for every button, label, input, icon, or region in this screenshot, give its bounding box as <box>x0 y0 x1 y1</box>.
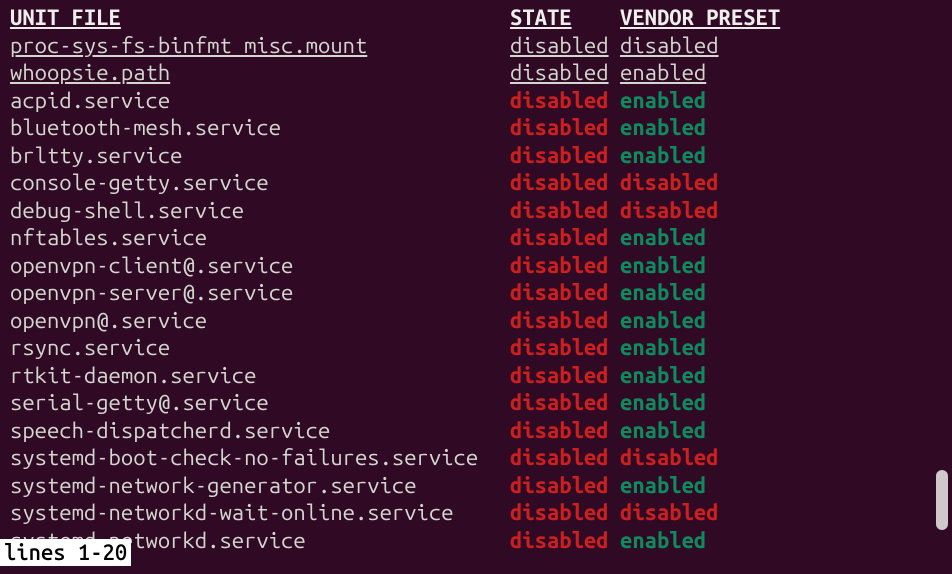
preset-value: enabled <box>620 527 706 555</box>
state-value: disabled <box>510 252 620 280</box>
state-value: disabled <box>510 334 620 362</box>
state-value: disabled <box>510 499 620 527</box>
header-row: UNIT FILESTATEVENDOR PRESET <box>10 4 952 32</box>
unit-file: systemd-network-generator.service <box>10 472 510 500</box>
preset-value: enabled <box>620 472 706 500</box>
preset-value: disabled <box>620 169 719 197</box>
state-value: disabled <box>510 169 620 197</box>
table-row: whoopsie.pathdisabledenabled <box>10 59 952 87</box>
table-row: nftables.servicedisabledenabled <box>10 224 952 252</box>
preset-value: enabled <box>620 279 706 307</box>
preset-value: disabled <box>620 444 719 472</box>
preset-value: disabled <box>620 197 719 225</box>
table-row: systemd-networkd-wait-online.servicedisa… <box>10 499 952 527</box>
state-value: disabled <box>510 307 620 335</box>
state-value: disabled <box>510 472 620 500</box>
preset-value: enabled <box>620 224 706 252</box>
table-row: console-getty.servicedisableddisabled <box>10 169 952 197</box>
scrollbar-thumb[interactable] <box>936 470 948 530</box>
unit-file: openvpn-client@.service <box>10 252 510 280</box>
table-row: brltty.servicedisabledenabled <box>10 142 952 170</box>
preset-value: enabled <box>620 87 706 115</box>
preset-value: enabled <box>620 114 706 142</box>
table-row: openvpn-client@.servicedisabledenabled <box>10 252 952 280</box>
terminal-output: UNIT FILESTATEVENDOR PRESETproc-sys-fs-b… <box>10 4 952 554</box>
preset-value: enabled <box>620 252 706 280</box>
state-value: disabled <box>510 417 620 445</box>
preset-value: enabled <box>620 417 706 445</box>
table-row: openvpn-server@.servicedisabledenabled <box>10 279 952 307</box>
unit-file: bluetooth-mesh.service <box>10 114 510 142</box>
unit-file: whoopsie.path <box>10 59 510 87</box>
preset-value: disabled <box>620 32 719 60</box>
unit-file: systemd-boot-check-no-failures.service <box>10 444 510 472</box>
state-value: disabled <box>510 114 620 142</box>
unit-file: systemd-networkd-wait-online.service <box>10 499 510 527</box>
state-value: disabled <box>510 527 620 555</box>
pager-status[interactable]: lines 1-20 <box>0 539 131 567</box>
header-state: STATE <box>510 4 620 32</box>
preset-value: enabled <box>620 362 706 390</box>
preset-value: enabled <box>620 334 706 362</box>
table-row: speech-dispatcherd.servicedisabledenable… <box>10 417 952 445</box>
unit-file: console-getty.service <box>10 169 510 197</box>
header-preset: VENDOR PRESET <box>620 4 780 32</box>
table-row: bluetooth-mesh.servicedisabledenabled <box>10 114 952 142</box>
table-row: proc-sys-fs-binfmt_misc.mountdisableddis… <box>10 32 952 60</box>
state-value: disabled <box>510 197 620 225</box>
unit-file: acpid.service <box>10 87 510 115</box>
state-value: disabled <box>510 142 620 170</box>
unit-file: openvpn@.service <box>10 307 510 335</box>
preset-value: enabled <box>620 307 706 335</box>
header-unit: UNIT FILE <box>10 4 510 32</box>
table-row: acpid.servicedisabledenabled <box>10 87 952 115</box>
preset-value: enabled <box>620 389 706 417</box>
state-value: disabled <box>510 444 620 472</box>
state-value: disabled <box>510 224 620 252</box>
state-value: disabled <box>510 87 620 115</box>
unit-file: brltty.service <box>10 142 510 170</box>
preset-value: enabled <box>620 142 706 170</box>
table-row: systemd-networkd.servicedisabledenabled <box>10 527 952 555</box>
state-value: disabled <box>510 362 620 390</box>
table-row: systemd-boot-check-no-failures.servicedi… <box>10 444 952 472</box>
unit-file: debug-shell.service <box>10 197 510 225</box>
state-value: disabled <box>510 389 620 417</box>
unit-file: rsync.service <box>10 334 510 362</box>
table-row: openvpn@.servicedisabledenabled <box>10 307 952 335</box>
table-row: rsync.servicedisabledenabled <box>10 334 952 362</box>
preset-value: enabled <box>620 59 706 87</box>
state-value: disabled <box>510 279 620 307</box>
state-value: disabled <box>510 59 620 87</box>
unit-file: nftables.service <box>10 224 510 252</box>
unit-file: speech-dispatcherd.service <box>10 417 510 445</box>
table-row: debug-shell.servicedisableddisabled <box>10 197 952 225</box>
state-value: disabled <box>510 32 620 60</box>
unit-file: rtkit-daemon.service <box>10 362 510 390</box>
preset-value: disabled <box>620 499 719 527</box>
table-row: serial-getty@.servicedisabledenabled <box>10 389 952 417</box>
table-row: systemd-network-generator.servicedisable… <box>10 472 952 500</box>
unit-file: openvpn-server@.service <box>10 279 510 307</box>
table-row: rtkit-daemon.servicedisabledenabled <box>10 362 952 390</box>
unit-file: serial-getty@.service <box>10 389 510 417</box>
unit-file: proc-sys-fs-binfmt_misc.mount <box>10 32 510 60</box>
